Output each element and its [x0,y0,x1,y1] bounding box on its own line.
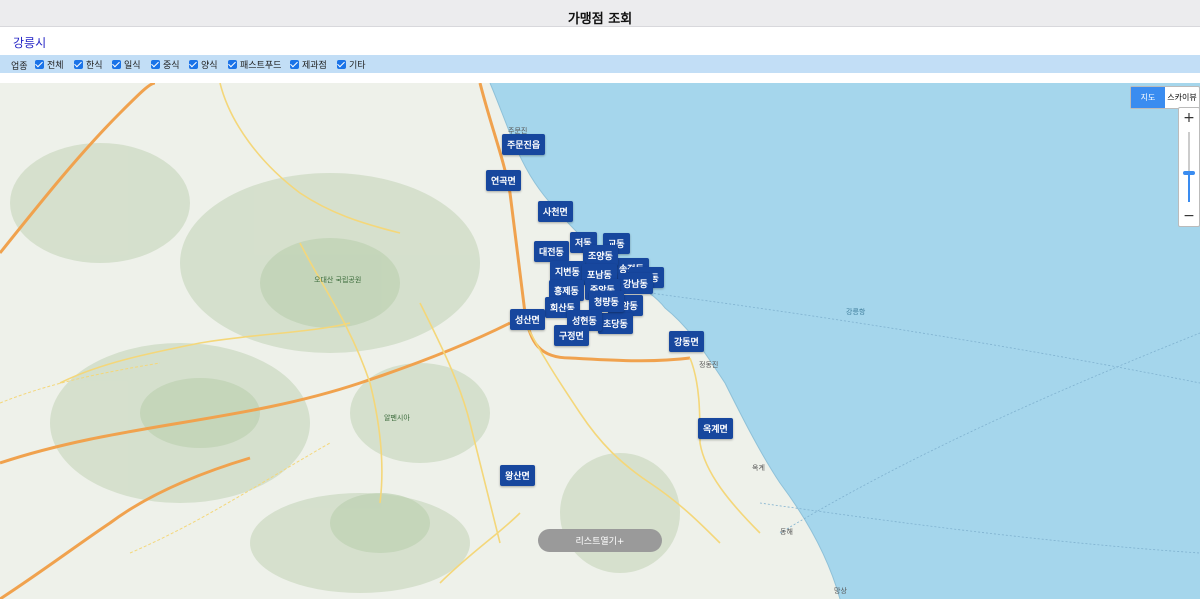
zoom-control: + − [1178,107,1200,227]
map-type-map-button[interactable]: 지도 [1131,87,1165,108]
district-marker[interactable]: 구정면 [554,325,589,346]
checkbox-checked-icon[interactable] [337,60,346,69]
checkbox-checked-icon[interactable] [290,60,299,69]
district-marker[interactable]: 주문진읍 [502,134,546,155]
checkbox-checked-icon[interactable] [35,60,44,69]
zoom-slider-handle[interactable] [1183,171,1195,175]
district-marker[interactable]: 강동면 [669,331,704,352]
checkbox-checked-icon[interactable] [189,60,198,69]
category-filter-label: 업종 [11,62,28,72]
filter-option-chinese[interactable]: 중식 [151,58,180,71]
map-type-toggle: 지도 스카이뷰 [1130,86,1200,109]
title-bar: 가맹점 조회 [0,0,1200,27]
region-bar: 강릉시 [0,27,1200,55]
open-list-button[interactable]: 리스트열기+ [538,529,662,552]
map-place-label: 동해 [780,528,793,536]
filter-option-fastfood[interactable]: 패스트푸드 [228,58,281,71]
map-place-label: 강릉항 [846,308,866,316]
map-type-skyview-button[interactable]: 스카이뷰 [1165,87,1199,108]
district-marker[interactable]: 청량동 [589,291,624,312]
map-background [0,83,1200,599]
checkbox-checked-icon[interactable] [228,60,237,69]
filter-option-western[interactable]: 양식 [189,58,218,71]
checkbox-checked-icon[interactable] [151,60,160,69]
map-place-label: 오대산 국립공원 [314,276,362,284]
district-marker[interactable]: 연곡면 [486,170,521,191]
filter-option-all[interactable]: 전체 [35,58,64,71]
district-marker[interactable]: 지변동 [550,261,585,282]
zoom-in-button[interactable]: + [1179,108,1199,128]
checkbox-checked-icon[interactable] [112,60,121,69]
filter-option-other[interactable]: 기타 [337,58,366,71]
district-marker[interactable]: 성산면 [510,309,545,330]
district-marker[interactable]: 초당동 [598,313,633,334]
map-place-label: 옥계 [752,464,765,472]
page-title: 가맹점 조회 [567,12,633,27]
district-marker[interactable]: 사천면 [538,201,573,222]
filter-option-japanese[interactable]: 일식 [112,58,141,71]
map-place-label: 정동진 [699,361,719,369]
zoom-out-button[interactable]: − [1179,206,1199,226]
filter-option-bakery[interactable]: 제과점 [290,58,327,71]
map-place-label: 망상 [834,587,847,595]
map-view[interactable]: 오대산 국립공원 알펜시아 강릉항 정동진 옥계 동해 망상 주문진 주문진읍 … [0,83,1200,599]
header-spacer [0,73,1200,83]
checkbox-checked-icon[interactable] [74,60,83,69]
region-name-link[interactable]: 강릉시 [13,34,46,51]
district-marker[interactable]: 대전동 [534,241,569,262]
category-filter-bar: 업종 전체 한식 일식 중식 양식 패스트푸드 제과점 기타 [0,55,1200,73]
district-marker[interactable]: 조양동 [583,245,618,266]
filter-option-korean[interactable]: 한식 [74,58,103,71]
district-marker[interactable]: 왕산면 [500,465,535,486]
zoom-slider-fill [1188,174,1190,202]
map-place-label: 알펜시아 [384,414,410,422]
district-marker[interactable]: 옥계면 [698,418,733,439]
